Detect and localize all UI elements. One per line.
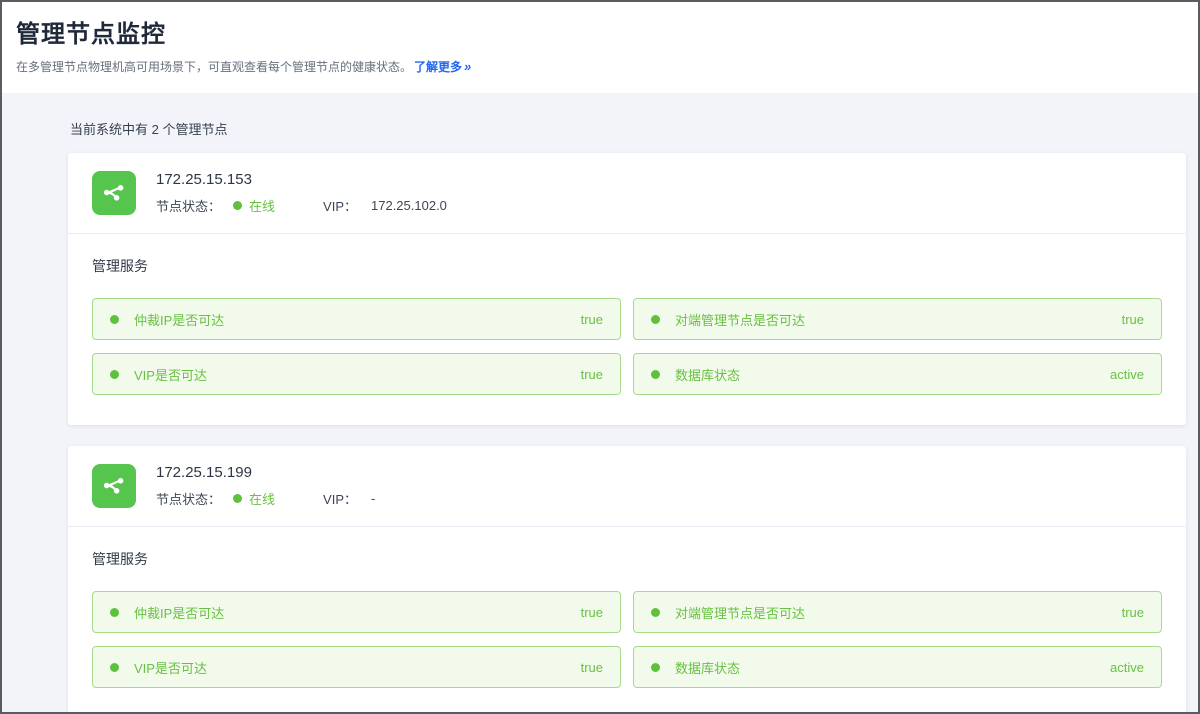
service-label: VIP是否可达 [134, 658, 581, 677]
node-status-value: 在线 [249, 196, 275, 215]
service-dot-icon [651, 315, 660, 324]
service-pill: 仲裁IP是否可达 true [92, 591, 621, 633]
node-head-text: 172.25.15.199 节点状态： 在线 VIP： - [156, 464, 375, 508]
service-dot-icon [651, 370, 660, 379]
vip-value: - [371, 491, 375, 506]
page-subtitle-text: 在多管理节点物理机高可用场景下，可直观查看每个管理节点的健康状态。 [16, 60, 412, 74]
service-dot-icon [110, 663, 119, 672]
vip-label: VIP： [323, 489, 357, 508]
service-pill: 数据库状态 active [633, 646, 1162, 688]
service-pill: VIP是否可达 true [92, 646, 621, 688]
service-label: 对端管理节点是否可达 [675, 603, 1122, 622]
node-card-header: 172.25.15.153 节点状态： 在线 VIP： 172.25.102.0 [68, 153, 1186, 233]
service-label: 数据库状态 [675, 658, 1110, 677]
services-grid: 仲裁IP是否可达 true 对端管理节点是否可达 true VIP是否可达 tr… [92, 298, 1162, 395]
service-label: 数据库状态 [675, 365, 1110, 384]
services-title: 管理服务 [92, 256, 1162, 276]
service-label: 仲裁IP是否可达 [134, 310, 581, 329]
service-pill: 对端管理节点是否可达 true [633, 591, 1162, 633]
page-header: 管理节点监控 在多管理节点物理机高可用场景下，可直观查看每个管理节点的健康状态。… [2, 2, 1198, 93]
services-grid: 仲裁IP是否可达 true 对端管理节点是否可达 true VIP是否可达 tr… [92, 591, 1162, 688]
status-dot-icon [233, 494, 242, 503]
service-label: VIP是否可达 [134, 365, 581, 384]
node-card-header: 172.25.15.199 节点状态： 在线 VIP： - [68, 446, 1186, 526]
service-dot-icon [110, 315, 119, 324]
node-ip: 172.25.15.199 [156, 464, 375, 481]
node-status-label: 节点状态： [156, 196, 221, 215]
vip-label: VIP： [323, 196, 357, 215]
node-status-value: 在线 [249, 489, 275, 508]
service-value: active [1110, 660, 1144, 675]
node-head-text: 172.25.15.153 节点状态： 在线 VIP： 172.25.102.0 [156, 171, 447, 215]
service-pill: 对端管理节点是否可达 true [633, 298, 1162, 340]
page-frame: 管理节点监控 在多管理节点物理机高可用场景下，可直观查看每个管理节点的健康状态。… [0, 0, 1200, 714]
service-dot-icon [651, 608, 660, 617]
page-subtitle: 在多管理节点物理机高可用场景下，可直观查看每个管理节点的健康状态。了解更多» [16, 58, 1182, 75]
service-value: true [581, 660, 603, 675]
service-value: true [581, 605, 603, 620]
page-body: 当前系统中有 2 个管理节点 172.25.15.153 [2, 93, 1198, 714]
services-title: 管理服务 [92, 549, 1162, 569]
double-chevron-icon: » [464, 59, 471, 74]
node-status-label: 节点状态： [156, 489, 221, 508]
status-dot-icon [233, 201, 242, 210]
vip-value: 172.25.102.0 [371, 198, 447, 213]
node-card: 172.25.15.153 节点状态： 在线 VIP： 172.25.102.0… [68, 153, 1186, 425]
service-dot-icon [651, 663, 660, 672]
learn-more-link[interactable]: 了解更多 [414, 60, 462, 74]
services-section: 管理服务 仲裁IP是否可达 true 对端管理节点是否可达 true VI [68, 234, 1186, 425]
node-meta: 节点状态： 在线 VIP： 172.25.102.0 [156, 196, 447, 215]
topology-node-icon [92, 464, 136, 508]
service-value: true [581, 312, 603, 327]
service-value: true [581, 367, 603, 382]
node-meta: 节点状态： 在线 VIP： - [156, 489, 375, 508]
service-pill: 数据库状态 active [633, 353, 1162, 395]
service-label: 仲裁IP是否可达 [134, 603, 581, 622]
service-dot-icon [110, 608, 119, 617]
services-section: 管理服务 仲裁IP是否可达 true 对端管理节点是否可达 true VI [68, 527, 1186, 714]
service-value: active [1110, 367, 1144, 382]
service-label: 对端管理节点是否可达 [675, 310, 1122, 329]
node-card: 172.25.15.199 节点状态： 在线 VIP： - 管理服务 [68, 446, 1186, 714]
service-value: true [1122, 605, 1144, 620]
topology-node-icon [92, 171, 136, 215]
service-pill: VIP是否可达 true [92, 353, 621, 395]
node-count-summary: 当前系统中有 2 个管理节点 [68, 119, 1186, 138]
service-value: true [1122, 312, 1144, 327]
node-ip: 172.25.15.153 [156, 171, 447, 188]
page-title: 管理节点监控 [16, 14, 1182, 49]
service-dot-icon [110, 370, 119, 379]
service-pill: 仲裁IP是否可达 true [92, 298, 621, 340]
